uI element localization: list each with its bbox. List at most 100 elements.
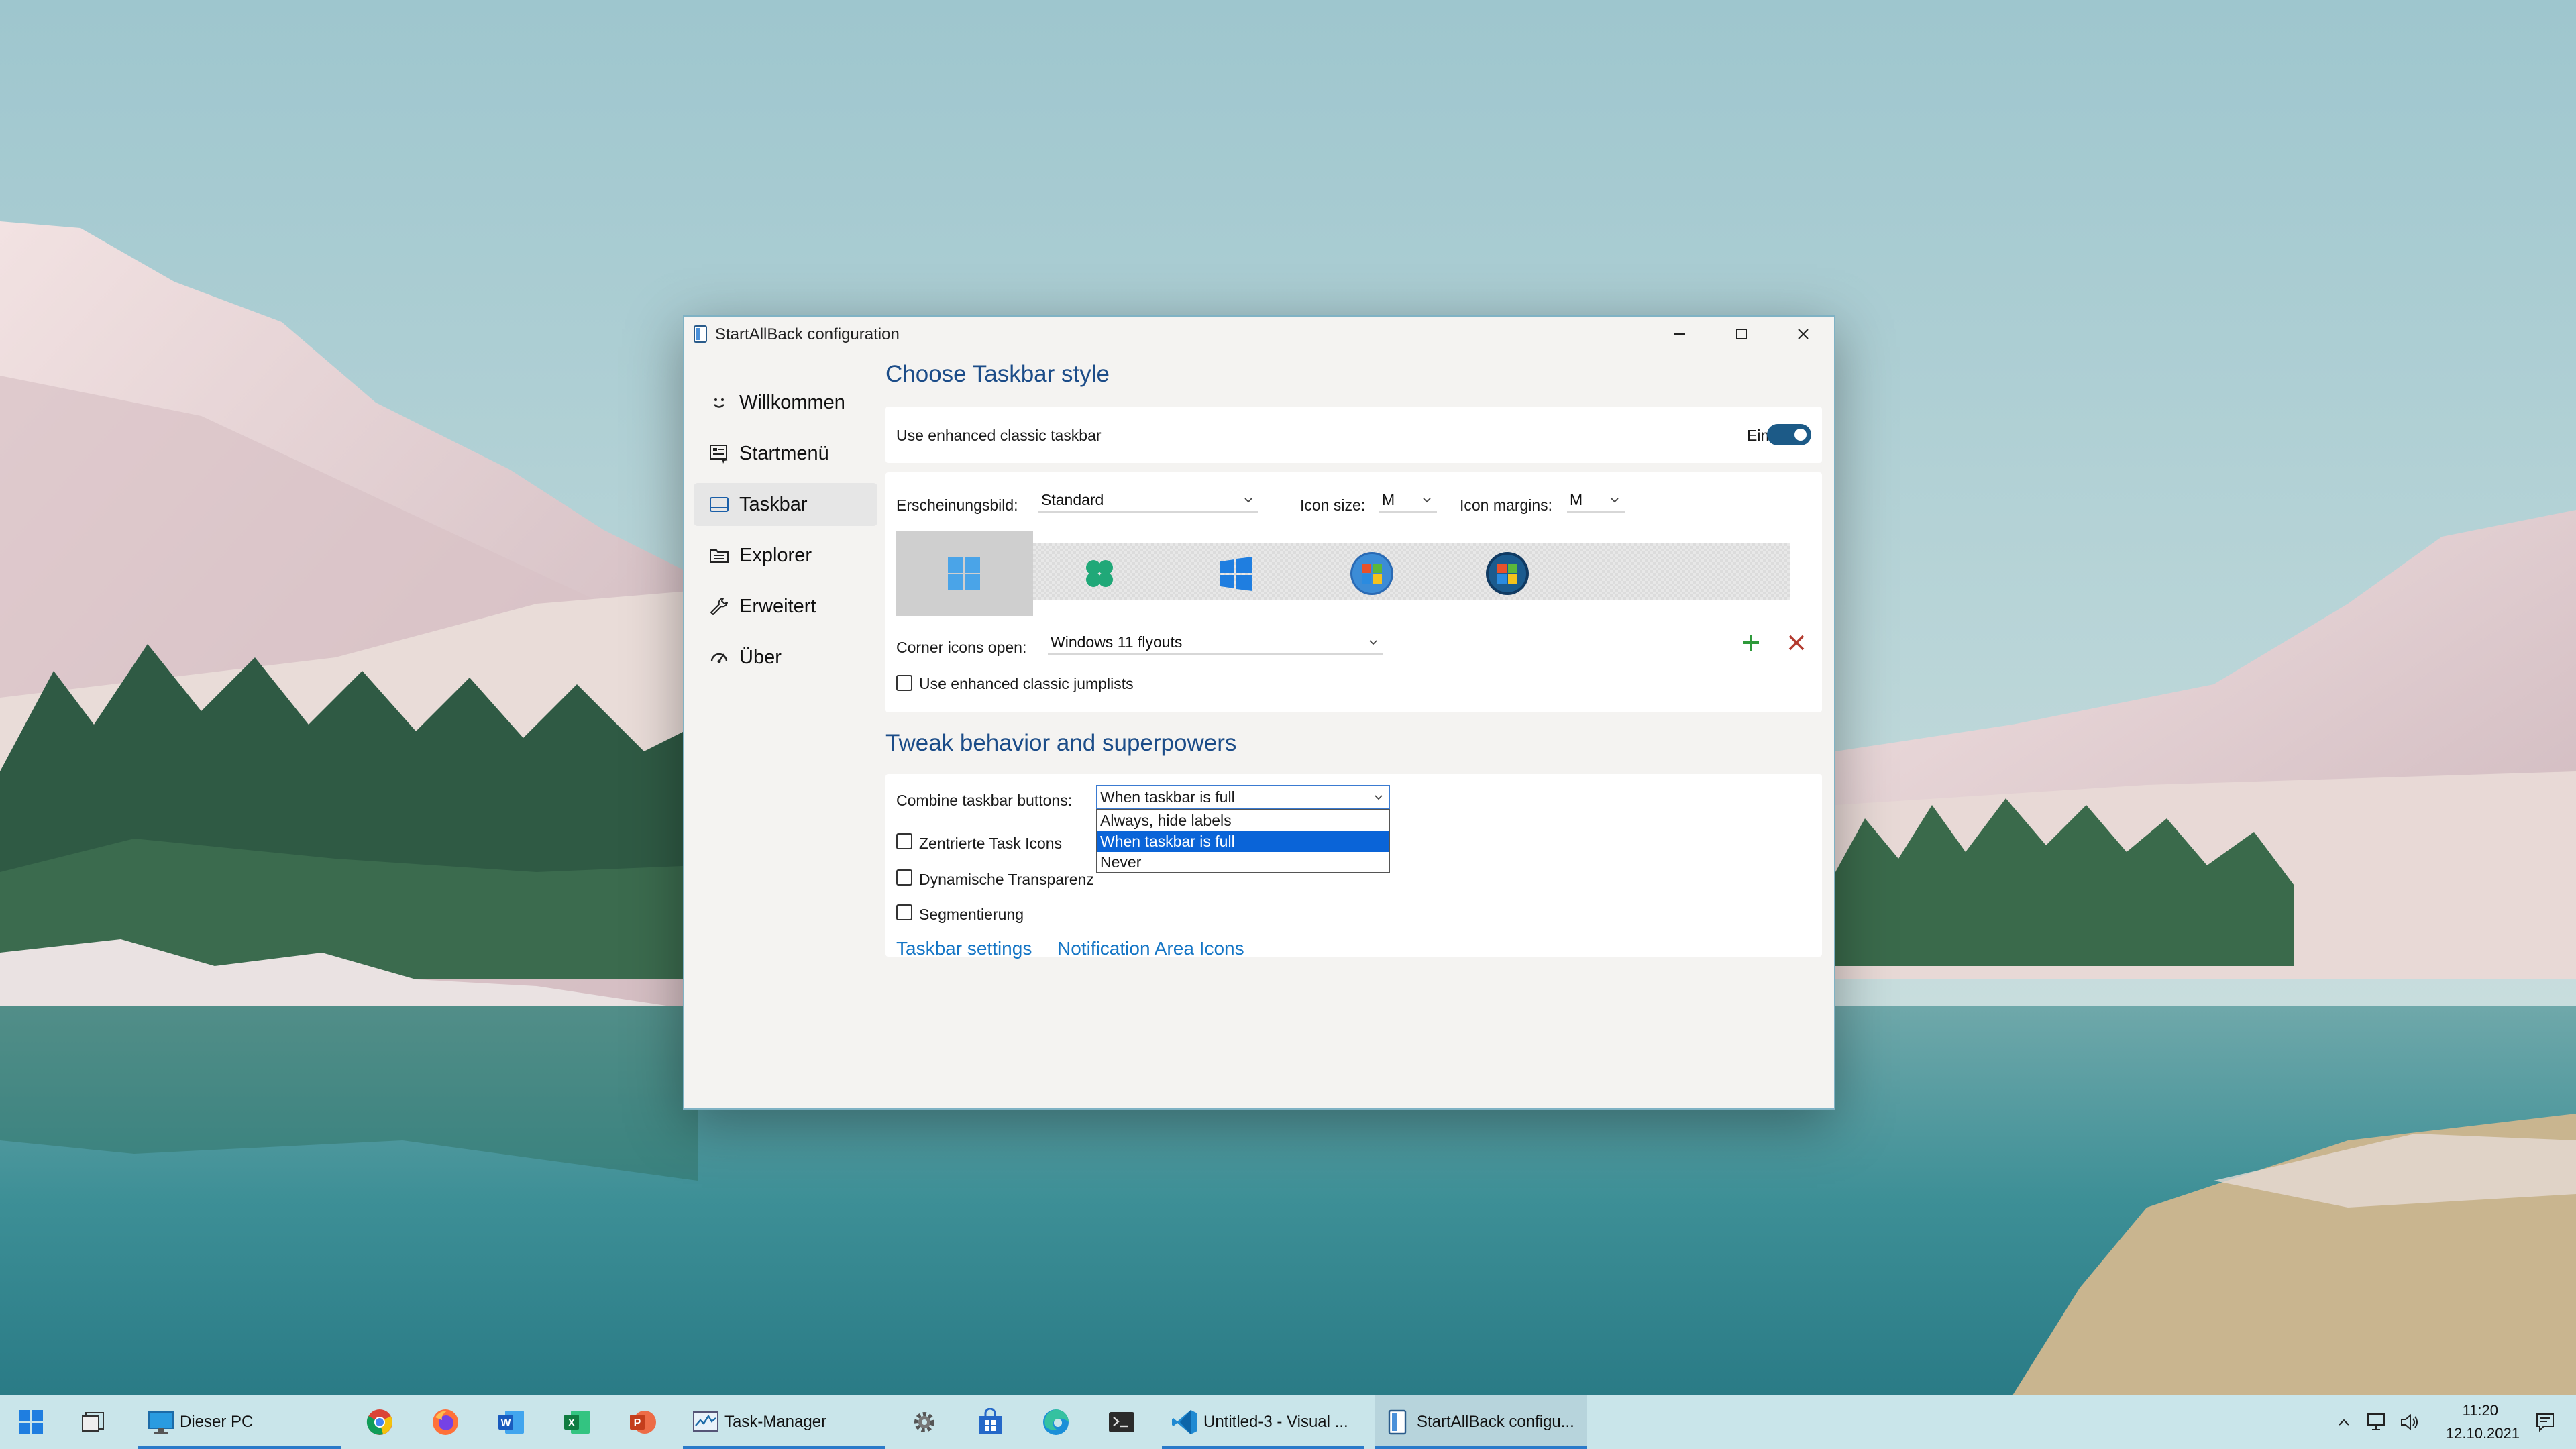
taskbar-settings-link[interactable]: Taskbar settings — [896, 938, 1032, 959]
powerpoint-icon: P — [630, 1411, 656, 1434]
sidebar-item-ueber[interactable]: Über — [694, 636, 877, 679]
taskbar-button-startallback[interactable]: StartAllBack configu... — [1375, 1395, 1587, 1449]
corner-icons-label: Corner icons open: — [896, 639, 1027, 656]
jumplists-label: Use enhanced classic jumplists — [919, 675, 1134, 692]
clover-logo-icon[interactable] — [1075, 549, 1124, 598]
appearance-dropdown[interactable]: Standard — [1038, 490, 1258, 513]
combine-buttons-dropdown-list: Always, hide labels When taskbar is full… — [1096, 809, 1390, 873]
sidebar-item-willkommen[interactable]: Willkommen — [694, 381, 877, 424]
store-button[interactable] — [975, 1407, 1005, 1437]
tweak-heading: Tweak behavior and superpowers — [885, 730, 1237, 756]
notification-icon — [2536, 1413, 2554, 1432]
network-icon — [2367, 1413, 2385, 1430]
enhanced-taskbar-panel: Use enhanced classic taskbar Ein — [885, 407, 1822, 463]
windows-vista-orb-icon[interactable] — [1483, 549, 1532, 598]
running-indicator — [138, 1446, 341, 1449]
maximize-button[interactable] — [1711, 317, 1772, 352]
sidebar-item-label: Willkommen — [739, 391, 845, 413]
task-view-button[interactable] — [78, 1407, 107, 1437]
chrome-button[interactable] — [365, 1407, 394, 1437]
title-bar[interactable]: StartAllBack configuration — [684, 317, 1834, 352]
firefox-button[interactable] — [431, 1407, 460, 1437]
word-button[interactable]: W — [496, 1407, 526, 1437]
combine-buttons-combobox[interactable]: When taskbar is full — [1096, 785, 1390, 809]
appearance-value: Standard — [1041, 491, 1104, 508]
dropdown-option-selected[interactable]: When taskbar is full — [1097, 831, 1389, 852]
chevron-down-icon — [1369, 640, 1377, 645]
minimize-button[interactable] — [1649, 317, 1711, 352]
icon-margins-label: Icon margins: — [1460, 496, 1553, 514]
monitor-icon — [146, 1407, 176, 1437]
settings-button[interactable] — [910, 1407, 939, 1437]
combine-buttons-label: Combine taskbar buttons: — [896, 792, 1073, 809]
clock-date: 12.10.2021 — [2445, 1425, 2520, 1442]
sidebar-item-explorer[interactable]: Explorer — [694, 534, 877, 577]
minimize-icon — [1674, 333, 1685, 335]
terminal-button[interactable] — [1107, 1407, 1136, 1437]
network-button[interactable] — [2361, 1395, 2391, 1449]
svg-text:X: X — [568, 1417, 576, 1429]
startallback-window: StartAllBack configuration Willkommen St… — [683, 315, 1835, 1110]
wrench-icon — [707, 594, 731, 619]
close-button[interactable] — [1772, 317, 1834, 352]
remove-icon[interactable] — [1783, 629, 1810, 656]
icon-size-dropdown[interactable]: M — [1379, 490, 1437, 513]
enhanced-taskbar-toggle[interactable] — [1767, 424, 1811, 445]
running-indicator — [1375, 1446, 1587, 1449]
enhanced-taskbar-label: Use enhanced classic taskbar — [896, 427, 1102, 444]
start-button[interactable] — [16, 1407, 46, 1437]
dropdown-option[interactable]: Never — [1097, 852, 1389, 873]
dynamic-transparency-checkbox[interactable] — [896, 869, 912, 885]
svg-text:P: P — [634, 1417, 641, 1429]
store-icon — [979, 1408, 1002, 1434]
maximize-icon — [1736, 329, 1747, 339]
startallback-icon — [1383, 1407, 1413, 1437]
notification-center-button[interactable] — [2530, 1395, 2560, 1449]
icon-margins-dropdown[interactable]: M — [1567, 490, 1625, 513]
clock[interactable]: 11:20 12.10.2021 — [2435, 1395, 2522, 1449]
combine-buttons-value: When taskbar is full — [1100, 788, 1235, 806]
taskbar-icon — [707, 492, 731, 517]
sidebar-item-taskbar[interactable]: Taskbar — [694, 483, 877, 526]
powerpoint-button[interactable]: P — [628, 1407, 657, 1437]
taskbar-button-dieser-pc[interactable]: Dieser PC — [138, 1395, 341, 1449]
gear-icon — [914, 1412, 934, 1432]
show-hidden-icons-button[interactable] — [2330, 1395, 2357, 1449]
sidebar-item-label: Startmenü — [739, 442, 829, 464]
taskbar-button-vscode[interactable]: Untitled-3 - Visual ... — [1162, 1395, 1364, 1449]
sidebar-item-label: Explorer — [739, 544, 812, 566]
dropdown-option[interactable]: Always, hide labels — [1097, 810, 1389, 831]
sidebar-item-startmenu[interactable]: Startmenü — [694, 432, 877, 475]
taskbar-button-label: StartAllBack configu... — [1417, 1413, 1574, 1431]
sidebar-item-erweitert[interactable]: Erweitert — [694, 585, 877, 628]
segmentation-checkbox[interactable] — [896, 904, 912, 920]
icon-size-value: M — [1382, 491, 1395, 508]
icon-margins-value: M — [1570, 491, 1583, 508]
jumplists-checkbox[interactable] — [896, 675, 912, 691]
centered-icons-checkbox[interactable] — [896, 833, 912, 849]
vscode-icon — [1170, 1407, 1199, 1437]
sidebar-item-label: Erweitert — [739, 595, 816, 617]
speaker-icon — [2401, 1413, 2418, 1431]
windows-11-logo-icon[interactable] — [939, 549, 989, 598]
terminal-icon — [1109, 1412, 1134, 1432]
excel-icon: X — [564, 1411, 590, 1434]
svg-text:W: W — [500, 1417, 511, 1429]
volume-button[interactable] — [2395, 1395, 2424, 1449]
start-menu-icon — [707, 441, 731, 466]
taskbar-button-task-manager[interactable]: Task-Manager — [683, 1395, 885, 1449]
windows-7-orb-icon[interactable] — [1347, 549, 1397, 598]
chrome-icon — [366, 1409, 392, 1435]
add-icon[interactable] — [1737, 629, 1764, 656]
sidebar-item-label: Über — [739, 646, 782, 668]
taskbar: Dieser PC W X P Task-Manager Untitled-3 … — [0, 1395, 2576, 1449]
excel-button[interactable]: X — [562, 1407, 592, 1437]
task-manager-icon — [691, 1407, 720, 1437]
taskbar-button-label: Task-Manager — [724, 1413, 827, 1431]
windows-10-logo-icon[interactable] — [1212, 549, 1261, 598]
startallback-app-icon — [692, 325, 710, 343]
corner-icons-dropdown[interactable]: Windows 11 flyouts — [1048, 632, 1383, 655]
edge-button[interactable] — [1041, 1407, 1071, 1437]
notification-area-icons-link[interactable]: Notification Area Icons — [1057, 938, 1244, 959]
appearance-label: Erscheinungsbild: — [896, 496, 1018, 514]
